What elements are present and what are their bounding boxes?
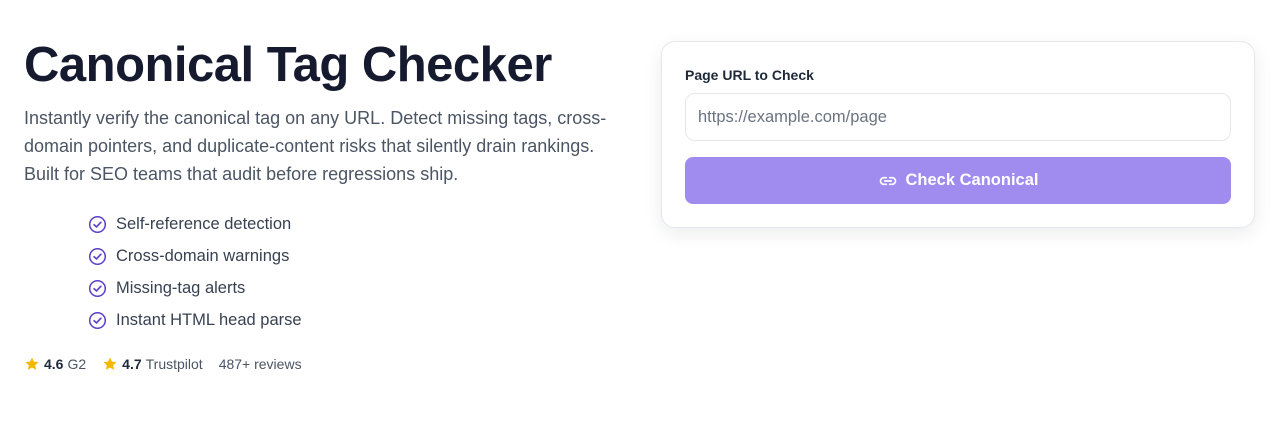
feature-label: Instant HTML head parse <box>116 310 302 329</box>
link-icon <box>878 171 898 191</box>
rating-score: 4.6 <box>44 356 64 372</box>
url-check-card: Page URL to Check Check Canonical <box>661 41 1255 228</box>
ratings-row: 4.6 G2 4.7 Trustpilot 487+ reviews <box>24 356 624 372</box>
page: Canonical Tag Checker Instantly verify t… <box>0 0 1280 440</box>
check-circle-icon <box>88 311 107 330</box>
rating-trustpilot: 4.7 Trustpilot <box>102 356 203 372</box>
check-canonical-label: Check Canonical <box>905 171 1039 189</box>
feature-label: Cross-domain warnings <box>116 246 290 265</box>
feature-label: Self-reference detection <box>116 214 292 233</box>
page-title: Canonical Tag Checker <box>24 38 552 92</box>
check-circle-icon <box>88 279 107 298</box>
feature-item: Missing-tag alerts <box>88 272 624 304</box>
hero-section: Canonical Tag Checker Instantly verify t… <box>24 38 624 372</box>
feature-item: Instant HTML head parse <box>88 304 624 336</box>
page-subtitle: Instantly verify the canonical tag on an… <box>24 108 607 184</box>
rating-score: 4.7 <box>122 356 142 372</box>
star-icon <box>102 356 118 372</box>
rating-source: G2 <box>67 356 87 372</box>
check-circle-icon <box>88 215 107 234</box>
feature-list: Self-reference detection Cross-domain wa… <box>88 208 624 336</box>
rating-source: Trustpilot <box>145 356 203 372</box>
check-canonical-button[interactable]: Check Canonical <box>685 157 1231 204</box>
star-icon <box>24 356 40 372</box>
feature-label: Missing-tag alerts <box>116 278 246 297</box>
url-field-label: Page URL to Check <box>685 67 814 83</box>
url-input[interactable] <box>685 93 1231 141</box>
feature-item: Self-reference detection <box>88 208 624 240</box>
rating-g2: 4.6 G2 <box>24 356 86 372</box>
feature-item: Cross-domain warnings <box>88 240 624 272</box>
check-circle-icon <box>88 247 107 266</box>
review-count: 487+ reviews <box>218 356 302 372</box>
